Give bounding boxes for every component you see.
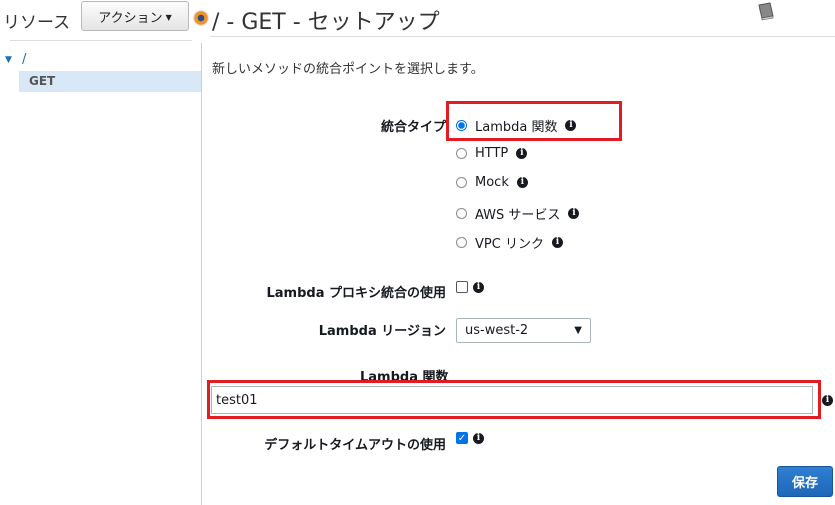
highlight-box-lambda-option [446,101,622,141]
panel-resize-handle[interactable] [193,10,209,26]
info-icon[interactable]: i [473,433,484,444]
save-button[interactable]: 保存 [777,466,833,497]
region-label: Lambda リージョン [318,324,446,339]
radio-label: VPC リンク [475,237,544,252]
tree-expand-icon[interactable]: ▼ [5,55,12,65]
region-select[interactable]: us-west-2 ▼ [456,318,591,343]
panel-divider [201,43,202,505]
form-description: 新しいメソッドの統合ポイントを選択します。 [212,62,484,77]
highlight-box-function-input [207,380,821,419]
caret-down-icon: ▼ [165,12,172,22]
info-icon[interactable]: i [516,148,528,159]
book-icon[interactable] [755,2,777,22]
radio-label: AWS サービス [475,208,561,223]
info-icon[interactable]: i [822,395,833,406]
region-value: us-west-2 [465,323,529,338]
default-timeout-label: デフォルトタイムアウトの使用 [264,438,446,453]
radio-option-mock[interactable]: Mock i [456,175,528,190]
header-divider [210,36,835,37]
radio-button[interactable] [456,177,467,188]
info-icon[interactable]: i [568,208,580,219]
resources-title: リソース [3,13,71,33]
radio-label: Mock [475,175,509,190]
actions-label: アクション [98,10,163,26]
proxy-integration-checkbox[interactable] [456,281,468,293]
chevron-down-icon: ▼ [574,325,582,336]
radio-option-vpc-link[interactable]: VPC リンク i [456,233,563,252]
radio-button[interactable] [456,148,467,159]
tree-item-get[interactable]: GET [19,71,201,92]
tree-item-root[interactable]: / [22,52,26,67]
radio-label: HTTP [475,146,509,161]
radio-option-http[interactable]: HTTP i [456,146,528,161]
radio-option-aws-service[interactable]: AWS サービス i [456,204,580,223]
info-icon[interactable]: i [516,177,528,188]
proxy-integration-label: Lambda プロキシ統合の使用 [266,286,446,301]
radio-button[interactable] [456,208,467,219]
actions-dropdown-button[interactable]: アクション ▼ [81,1,189,31]
integration-type-label: 統合タイプ [380,120,446,135]
page-title: / - GET - セットアップ [212,10,440,35]
sidebar-divider [10,40,192,41]
info-icon[interactable]: i [473,282,484,293]
radio-button[interactable] [456,237,467,248]
default-timeout-checkbox[interactable]: ✓ [456,432,468,444]
info-icon[interactable]: i [551,237,563,248]
